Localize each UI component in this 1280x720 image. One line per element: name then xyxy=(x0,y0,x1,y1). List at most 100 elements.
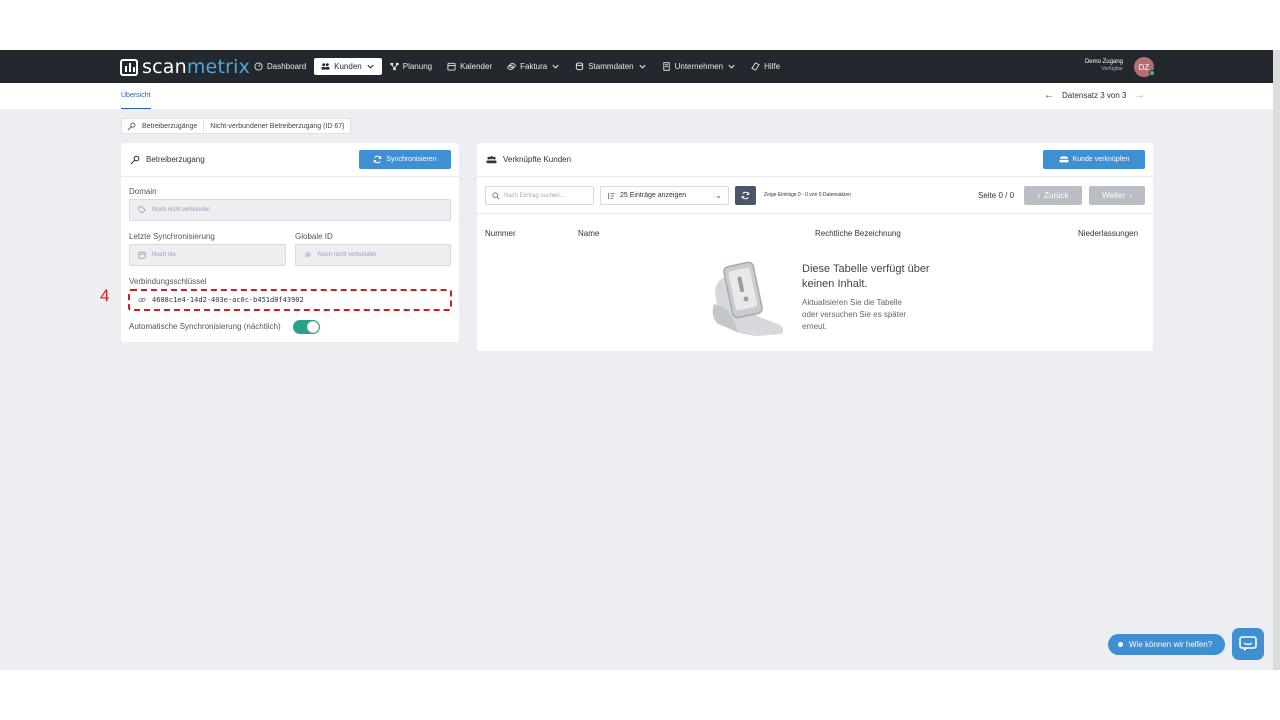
betreiberzugang-card: Betreiberzugang xyxy=(121,143,459,342)
logo-text: scanmetrix xyxy=(142,56,251,78)
fingerprint-icon xyxy=(305,252,311,258)
key-icon xyxy=(130,155,140,164)
breadcrumb-item-current: Nicht-verbundener Betreiberzugang (ID 67… xyxy=(210,122,345,130)
domain-value: Noch nicht verbunden xyxy=(152,207,211,213)
auto-sync-label: Automatische Synchronisierung (nächtlich… xyxy=(129,322,281,331)
user-name: Demo Zugang xyxy=(1084,59,1123,65)
entries-per-page-select[interactable]: 25 Einträge anzeigen ⌄ xyxy=(600,186,729,205)
gauge-icon xyxy=(254,62,263,71)
last-sync-value: Noch nie xyxy=(152,252,176,258)
tab-overview[interactable]: Übersicht xyxy=(121,83,151,109)
app-area: scanmetrix Dashboard Kunden Planung Kale… xyxy=(0,50,1280,670)
main-menu: Dashboard Kunden Planung Kalender Faktur… xyxy=(247,58,788,75)
synchronize-button[interactable]: Synchronisieren xyxy=(359,150,451,169)
nav-kunden-label: Kunden xyxy=(334,62,362,71)
next-record-arrow-icon[interactable]: → xyxy=(1134,90,1144,101)
nav-unternehmen[interactable]: Unternehmen xyxy=(655,58,743,75)
previous-record-arrow-icon[interactable]: ← xyxy=(1044,90,1054,101)
nav-dashboard-label: Dashboard xyxy=(267,62,307,71)
toggle-knob xyxy=(307,321,319,333)
user-info[interactable]: Demo Zugang Verfügbar xyxy=(1085,59,1123,72)
breadcrumb-item-betreiberzugaenge[interactable]: Betreiberzugänge xyxy=(142,123,197,130)
breadcrumb-separator xyxy=(203,120,205,132)
global-id-value: Noch nicht verbunden xyxy=(318,252,377,258)
domain-label: Domain xyxy=(129,187,157,196)
nav-kunden[interactable]: Kunden xyxy=(314,58,382,75)
search-placeholder: Nach Eintrag suchen... xyxy=(504,192,565,199)
logo-mark-icon xyxy=(120,58,138,76)
help-prompt-pill[interactable]: Wie können wir helfen? xyxy=(1108,634,1225,655)
synchronize-button-label: Synchronisieren xyxy=(386,156,437,163)
chevron-left-icon: ‹ xyxy=(1037,191,1041,200)
chevron-down-icon xyxy=(639,64,646,69)
help-prompt-label: Wie können wir helfen? xyxy=(1129,640,1213,649)
calendar-icon xyxy=(447,62,456,71)
nav-dashboard[interactable]: Dashboard xyxy=(247,58,313,75)
nav-stammdaten-label: Stammdaten xyxy=(588,62,634,71)
nav-stammdaten[interactable]: Stammdaten xyxy=(568,58,653,75)
sync-icon xyxy=(741,191,750,200)
search-input[interactable]: Nach Eintrag suchen... xyxy=(485,186,594,205)
record-navigation: ← Datensatz 3 von 3 → xyxy=(1044,90,1144,101)
chevron-right-icon: › xyxy=(1129,191,1132,200)
previous-page-label: Zurück xyxy=(1044,191,1069,200)
record-counter: Datensatz 3 von 3 xyxy=(1062,91,1127,100)
empty-state-subtitle: Aktualisieren Sie die Tabelle oder versu… xyxy=(802,297,906,333)
column-header-name[interactable]: Name xyxy=(578,229,599,238)
nav-hilfe-label: Hilfe xyxy=(764,62,781,71)
step-number-annotation: 4 xyxy=(100,286,110,305)
nav-kalender[interactable]: Kalender xyxy=(440,58,499,75)
nav-faktura[interactable]: Faktura xyxy=(500,58,567,75)
sitemap-icon xyxy=(390,62,399,71)
next-page-button[interactable]: Weiter › xyxy=(1089,186,1145,205)
empty-state-title: Diese Tabelle verfügt über keinen Inhalt… xyxy=(802,262,930,292)
global-id-label: Globale ID xyxy=(295,232,333,241)
scanmetrix-logo[interactable]: scanmetrix xyxy=(120,56,251,78)
entries-per-page-value: 25 Einträge anzeigen xyxy=(620,192,687,199)
empty-title-line-2: keinen Inhalt. xyxy=(802,278,868,290)
life-ring-icon xyxy=(751,62,760,71)
connection-key-label: Verbindungsschlüssel xyxy=(129,277,207,286)
empty-sub-line-3: erneut. xyxy=(802,322,827,331)
key-icon xyxy=(127,122,136,130)
users-icon xyxy=(1058,156,1069,163)
online-status-dot xyxy=(1149,70,1155,76)
sub-navbar: Übersicht ← Datensatz 3 von 3 → xyxy=(0,83,1273,109)
linked-customers-title: Verknüpfte Kunden xyxy=(503,155,572,164)
nav-planung[interactable]: Planung xyxy=(383,58,439,75)
next-page-label: Weiter xyxy=(1102,191,1126,200)
database-icon xyxy=(576,62,584,71)
chevron-down-icon: ⌄ xyxy=(715,191,722,200)
chat-bubble-icon xyxy=(1239,636,1257,651)
calendar-icon xyxy=(138,251,146,259)
breadcrumb: Betreiberzugänge Nicht-verbundener Betre… xyxy=(121,118,351,134)
empty-title-line-1: Diese Tabelle verfügt über xyxy=(802,263,930,275)
refresh-table-button[interactable] xyxy=(735,186,756,205)
chat-button[interactable] xyxy=(1232,628,1264,660)
nav-planung-label: Planung xyxy=(402,62,433,71)
search-icon xyxy=(492,191,500,200)
column-header-niederlassungen[interactable]: Niederlassungen xyxy=(1078,229,1138,238)
last-sync-label: Letzte Synchronisierung xyxy=(129,232,215,241)
empty-table-illustration xyxy=(712,261,784,336)
domain-field: Noch nicht verbunden xyxy=(129,199,451,221)
empty-sub-line-1: Aktualisieren Sie die Tabelle xyxy=(802,298,902,307)
previous-page-button[interactable]: ‹ Zurück xyxy=(1024,186,1082,205)
link-customer-button[interactable]: Kunde verknüpfen xyxy=(1043,150,1145,169)
column-header-rechtliche-bezeichnung[interactable]: Rechtliche Bezeichnung xyxy=(815,229,901,238)
column-header-nummer[interactable]: Nummer xyxy=(485,229,516,238)
coins-icon xyxy=(507,63,516,70)
vertical-scrollbar[interactable] xyxy=(1273,50,1280,670)
help-dot-icon xyxy=(1118,642,1123,647)
page-info: Seite 0 / 0 xyxy=(978,191,1015,200)
betreiberzugang-title: Betreiberzugang xyxy=(146,155,205,164)
auto-sync-toggle[interactable] xyxy=(293,320,320,334)
empty-sub-line-2: oder versuchen Sie es später xyxy=(802,310,907,319)
nav-hilfe[interactable]: Hilfe xyxy=(744,58,787,75)
nav-faktura-label: Faktura xyxy=(520,62,548,71)
top-navbar: scanmetrix Dashboard Kunden Planung Kale… xyxy=(0,50,1273,83)
nav-unternehmen-label: Unternehmen xyxy=(674,62,724,71)
chevron-down-icon xyxy=(552,64,559,69)
user-status: Verfügbar xyxy=(1101,66,1123,72)
global-id-field: Noch nicht verbunden xyxy=(295,244,451,266)
